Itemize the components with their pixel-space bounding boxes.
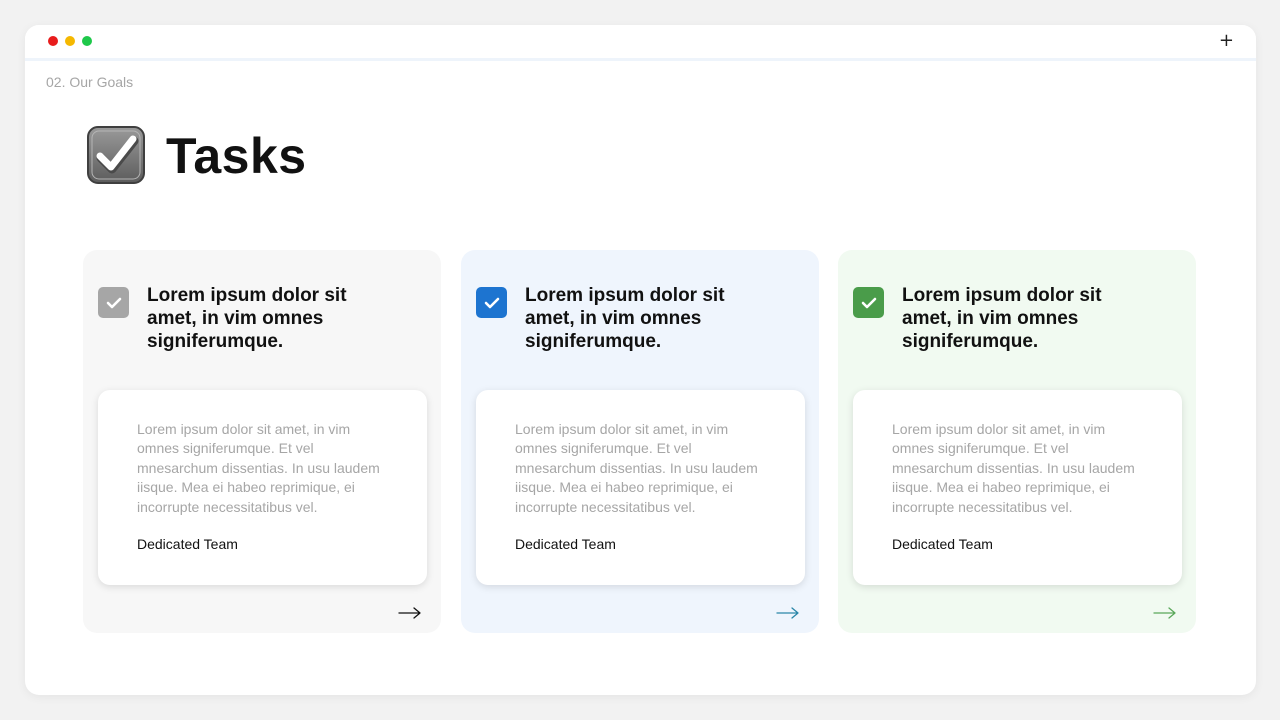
card-content-panel: Lorem ipsum dolor sit amet, in vim omnes… — [98, 390, 427, 585]
card-heading: Lorem ipsum dolor sit amet, in vim omnes… — [902, 285, 1102, 352]
card-label: Dedicated Team — [515, 536, 616, 552]
checkbox-checked-icon[interactable] — [98, 287, 129, 318]
close-window-button[interactable] — [48, 36, 58, 46]
card-label: Dedicated Team — [137, 536, 238, 552]
card-body-text: Lorem ipsum dolor sit amet, in vim omnes… — [137, 421, 380, 515]
maximize-window-button[interactable] — [82, 36, 92, 46]
card-label: Dedicated Team — [892, 536, 993, 552]
arrow-right-icon[interactable] — [776, 606, 800, 619]
card-body-text: Lorem ipsum dolor sit amet, in vim omnes… — [515, 421, 758, 515]
card-heading: Lorem ipsum dolor sit amet, in vim omnes… — [147, 285, 347, 352]
card-content-panel: Lorem ipsum dolor sit amet, in vim omnes… — [476, 390, 805, 585]
arrow-right-icon[interactable] — [1153, 606, 1177, 619]
task-card-1: Lorem ipsum dolor sit amet, in vim omnes… — [83, 250, 441, 633]
add-icon[interactable]: + — [1219, 30, 1234, 52]
title-bar: + — [25, 25, 1256, 61]
breadcrumb: 02. Our Goals — [46, 74, 134, 90]
arrow-right-icon[interactable] — [398, 606, 422, 619]
card-body-text: Lorem ipsum dolor sit amet, in vim omnes… — [892, 421, 1135, 515]
task-card-3: Lorem ipsum dolor sit amet, in vim omnes… — [838, 250, 1196, 633]
checkbox-checked-icon — [87, 126, 145, 184]
checkbox-checked-icon[interactable] — [853, 287, 884, 318]
task-card-2: Lorem ipsum dolor sit amet, in vim omnes… — [461, 250, 819, 633]
app-window: + 02. Our Goals Tasks Lorem ipsum dolor … — [25, 25, 1256, 695]
minimize-window-button[interactable] — [65, 36, 75, 46]
card-content-panel: Lorem ipsum dolor sit amet, in vim omnes… — [853, 390, 1182, 585]
checkbox-checked-icon[interactable] — [476, 287, 507, 318]
card-heading: Lorem ipsum dolor sit amet, in vim omnes… — [525, 285, 725, 352]
page-title: Tasks — [166, 128, 307, 184]
